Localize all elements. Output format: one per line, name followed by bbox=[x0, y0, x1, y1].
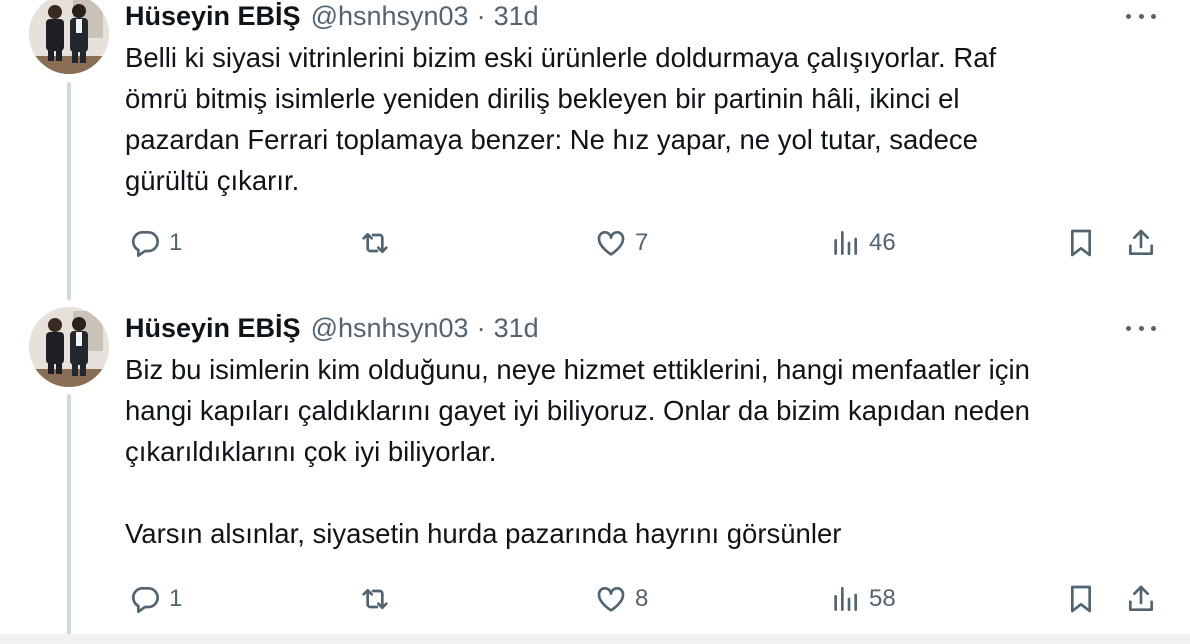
tweet[interactable]: Hüseyin EBİŞ @hsnhsyn03 · 31d Biz bu isi… bbox=[0, 307, 1190, 644]
retweet-icon bbox=[362, 233, 388, 253]
reply-count: 1 bbox=[169, 585, 183, 612]
tweet-header: Hüseyin EBİŞ @hsnhsyn03 · 31d bbox=[125, 312, 539, 344]
timestamp[interactable]: 31d bbox=[494, 313, 539, 344]
reply-icon bbox=[131, 231, 159, 257]
views-count: 58 bbox=[869, 585, 896, 612]
views-chart-icon bbox=[834, 587, 857, 611]
retweet-button[interactable] bbox=[359, 579, 399, 619]
share-button[interactable] bbox=[1125, 223, 1157, 263]
views-button[interactable]: 58 bbox=[829, 579, 896, 619]
share-icon bbox=[1129, 585, 1153, 611]
bookmark-button[interactable] bbox=[1065, 579, 1097, 619]
tweet-text: Biz bu isimlerin kim olduğunu, neye hizm… bbox=[125, 354, 1030, 549]
share-button[interactable] bbox=[1125, 579, 1157, 619]
tweet[interactable]: Hüseyin EBİŞ @hsnhsyn03 · 31d Belli ki s… bbox=[0, 0, 1190, 300]
like-button[interactable]: 8 bbox=[595, 579, 648, 619]
author-handle[interactable]: @hsnhsyn03 bbox=[311, 1, 469, 32]
author-name[interactable]: Hüseyin EBİŞ bbox=[125, 313, 301, 344]
avatar[interactable] bbox=[29, 0, 109, 74]
bookmark-icon bbox=[1071, 585, 1091, 613]
retweet-button[interactable] bbox=[359, 223, 399, 263]
more-icon[interactable] bbox=[1126, 11, 1156, 21]
reply-icon bbox=[131, 587, 159, 613]
avatar[interactable] bbox=[29, 307, 109, 387]
heart-icon bbox=[597, 231, 625, 256]
reply-button[interactable]: 1 bbox=[129, 579, 182, 619]
share-icon bbox=[1129, 229, 1153, 255]
author-name[interactable]: Hüseyin EBİŞ bbox=[125, 1, 301, 32]
action-bar: 1 7 46 bbox=[125, 223, 1165, 263]
avatar-photo bbox=[29, 0, 109, 74]
reply-count: 1 bbox=[169, 229, 183, 256]
separator-dot: · bbox=[476, 312, 486, 343]
like-button[interactable]: 7 bbox=[595, 223, 648, 263]
tweet-text: Belli ki siyasi vitrinlerini bizim eski … bbox=[125, 42, 997, 196]
bottom-divider bbox=[0, 634, 1190, 644]
like-count: 7 bbox=[635, 229, 649, 256]
views-chart-icon bbox=[834, 231, 857, 255]
reply-button[interactable]: 1 bbox=[129, 223, 182, 263]
views-button[interactable]: 46 bbox=[829, 223, 896, 263]
action-bar: 1 8 58 bbox=[125, 579, 1165, 619]
author-handle[interactable]: @hsnhsyn03 bbox=[311, 313, 469, 344]
tweet-header: Hüseyin EBİŞ @hsnhsyn03 · 31d bbox=[125, 0, 539, 32]
more-icon[interactable] bbox=[1126, 323, 1156, 333]
heart-icon bbox=[597, 587, 625, 612]
retweet-icon bbox=[362, 589, 388, 609]
avatar-photo bbox=[29, 307, 109, 387]
like-count: 8 bbox=[635, 585, 649, 612]
timestamp[interactable]: 31d bbox=[494, 1, 539, 32]
bookmark-button[interactable] bbox=[1065, 223, 1097, 263]
separator-dot: · bbox=[476, 0, 486, 31]
views-count: 46 bbox=[869, 229, 896, 256]
bookmark-icon bbox=[1071, 229, 1091, 257]
